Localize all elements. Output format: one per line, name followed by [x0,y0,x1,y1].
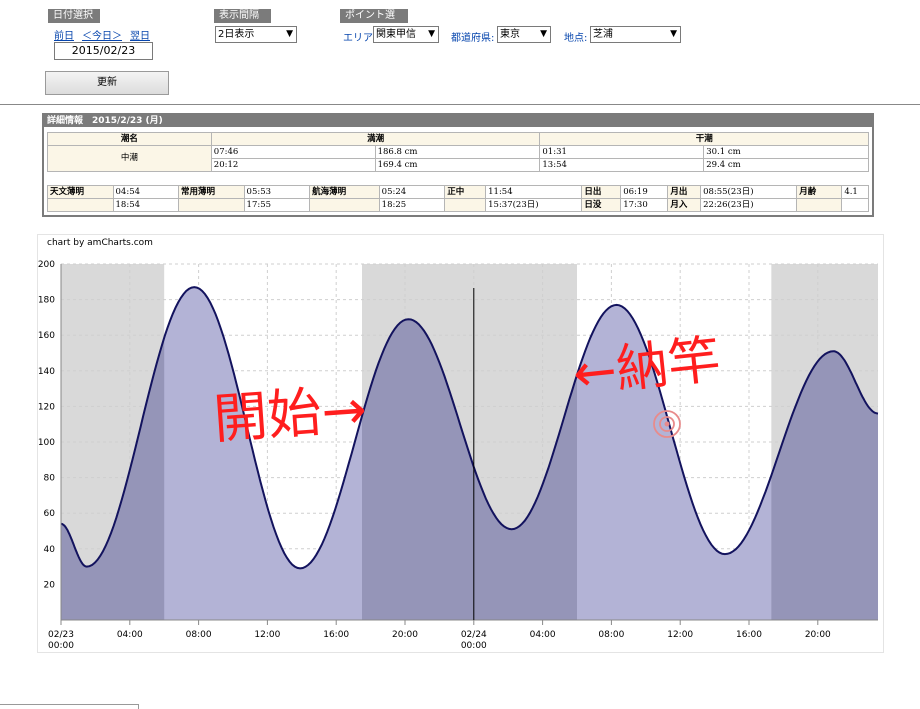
x-tick-label: 04:00 [530,630,556,640]
y-tick-label: 80 [44,474,56,484]
x-tick-label: 08:00 [186,630,212,640]
x-tick-label: 20:00 [805,630,831,640]
annotation-start: 開始→ [212,377,369,451]
x-tick-label: 08:00 [598,630,624,640]
y-tick-label: 60 [44,509,56,519]
x-tick-label: 16:00 [736,630,762,640]
y-tick-label: 120 [38,402,55,412]
y-tick-label: 140 [38,367,55,377]
scrollbar-corner [0,704,139,709]
x-tick-label: 12:00 [667,630,693,640]
y-tick-label: 20 [44,580,56,590]
y-tick-label: 160 [38,331,55,341]
x-tick-label: 16:00 [323,630,349,640]
x-tick-label: 02/23 [48,630,74,640]
y-tick-label: 200 [38,260,55,270]
x-tick-label-sub: 00:00 [48,641,74,651]
x-tick-label: 12:00 [254,630,280,640]
target-dot-icon [664,421,670,427]
x-tick-label-sub: 00:00 [461,641,487,651]
x-tick-label: 04:00 [117,630,143,640]
y-tick-label: 40 [44,545,56,555]
y-tick-label: 100 [38,438,55,448]
x-tick-label: 20:00 [392,630,418,640]
y-tick-label: 180 [38,296,55,306]
x-tick-label: 02/24 [461,630,487,640]
tide-chart: 2040608010012014016018020002/2300:0004:0… [38,260,879,651]
